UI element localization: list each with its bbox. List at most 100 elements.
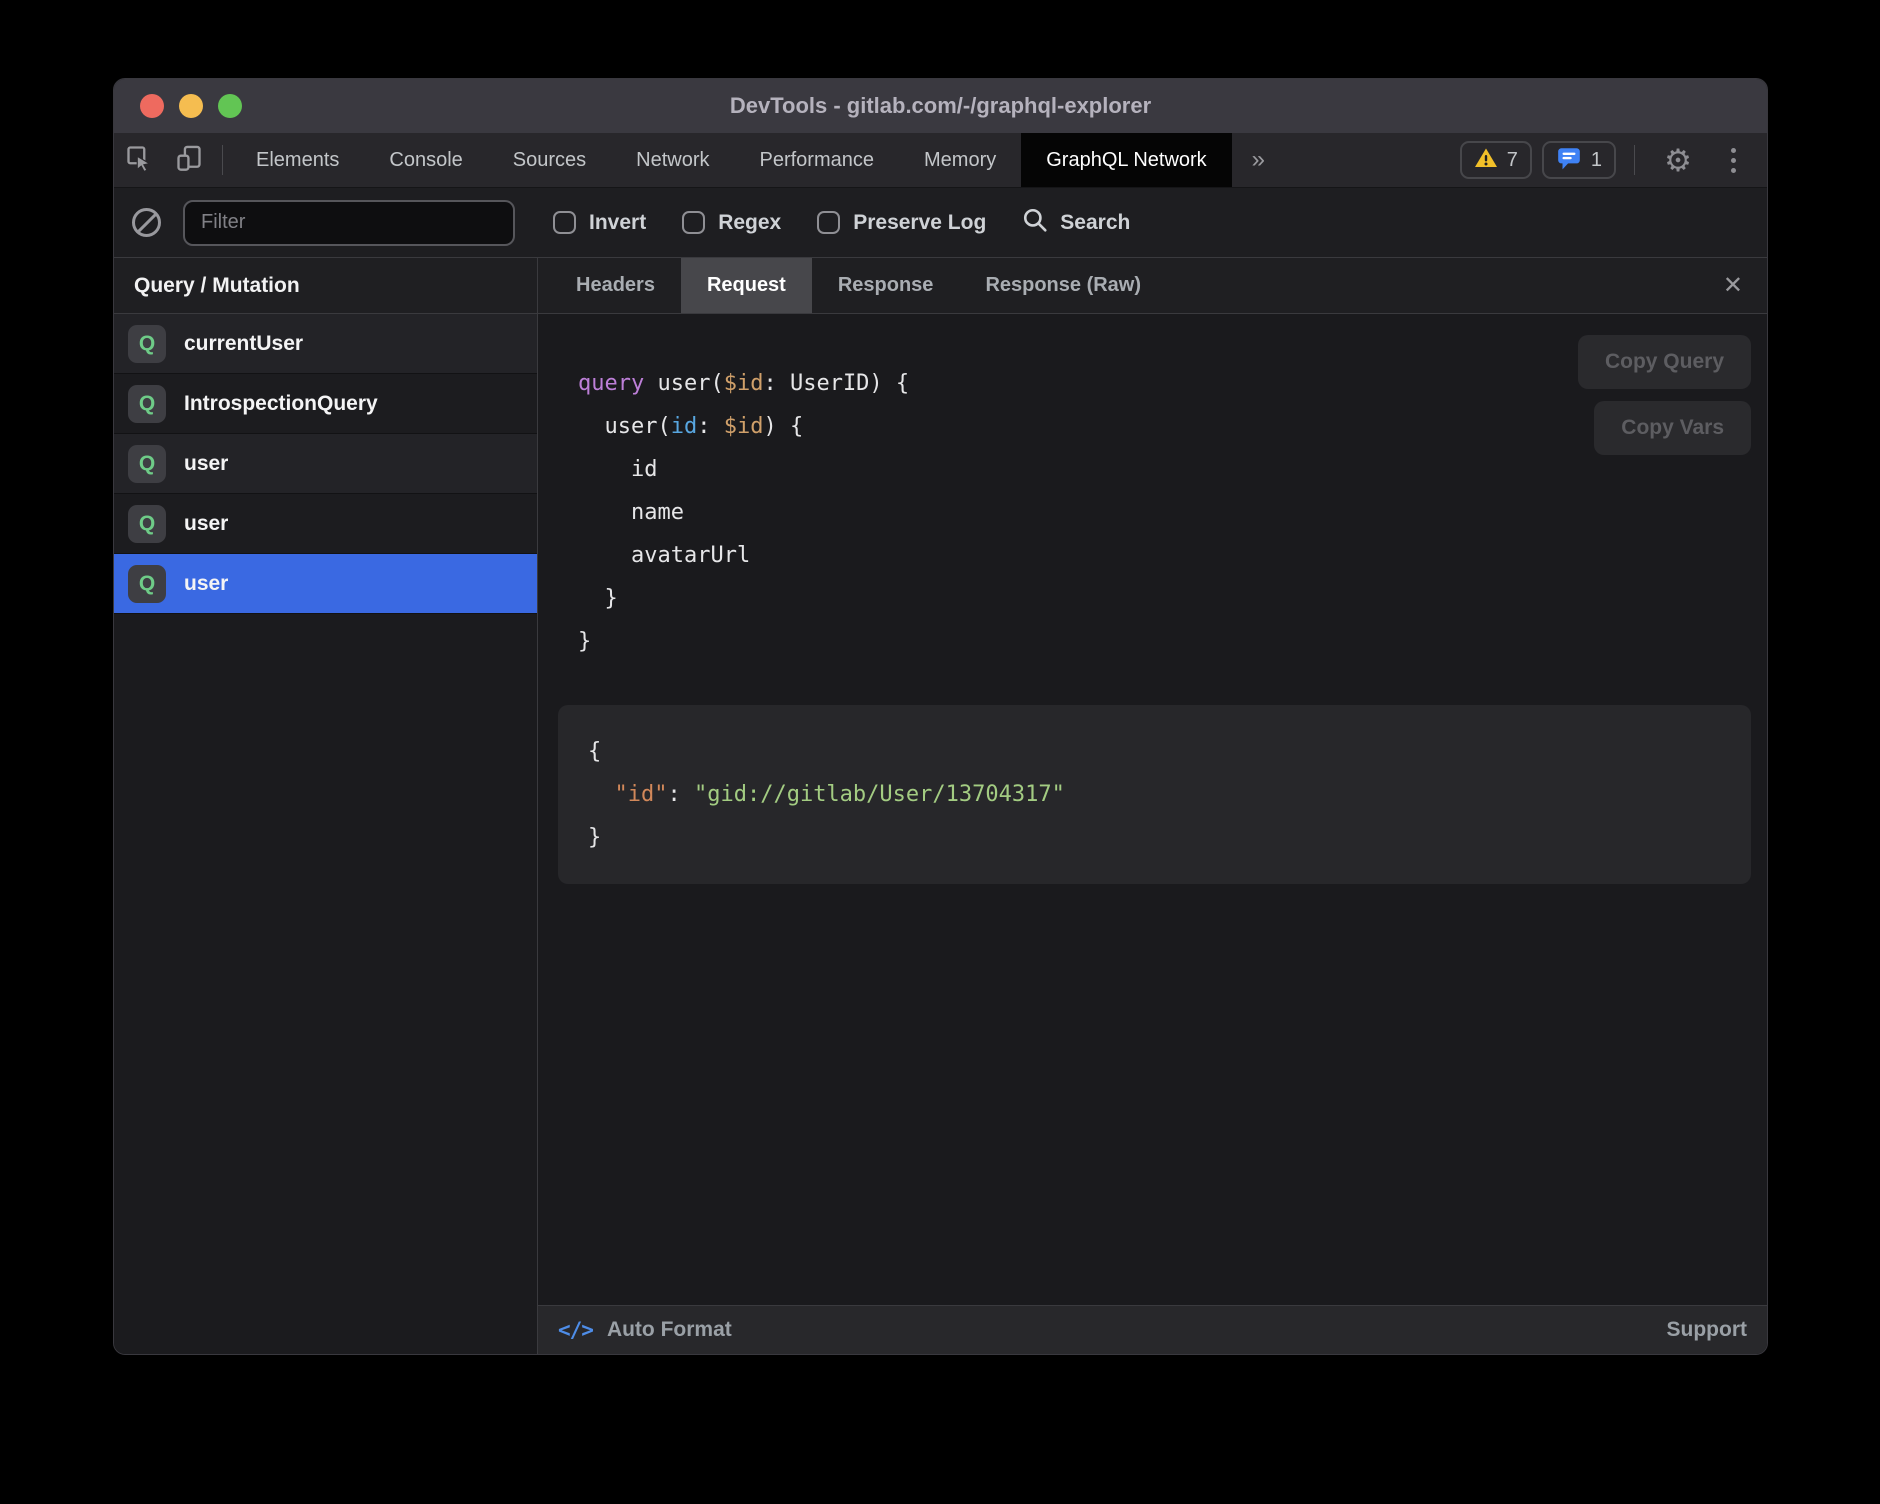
more-options-button[interactable] xyxy=(1713,148,1753,173)
devtools-tab-console[interactable]: Console xyxy=(364,133,487,187)
code-token: : xyxy=(667,782,694,807)
device-toolbar-icon xyxy=(175,144,203,177)
copy-query-button[interactable]: Copy Query xyxy=(1578,335,1751,389)
query-type-badge: Q xyxy=(128,445,166,483)
code-token xyxy=(588,782,615,807)
code-token: : UserID) { xyxy=(763,371,909,396)
auto-format-button[interactable]: Auto Format xyxy=(607,1318,732,1342)
chevron-double-right-icon: » xyxy=(1252,146,1265,174)
detail-tab-response-raw[interactable]: Response (Raw) xyxy=(959,258,1167,313)
query-badge-letter: Q xyxy=(139,332,155,356)
more-tabs-button[interactable]: » xyxy=(1232,133,1285,187)
device-toolbar-button[interactable] xyxy=(164,133,214,187)
settings-button[interactable]: ⚙ xyxy=(1653,145,1703,176)
filter-checkboxes: Invert Regex Preserve Log xyxy=(553,211,986,235)
screen: DevTools - gitlab.com/-/graphql-explorer xyxy=(0,0,1880,1504)
code-token: } xyxy=(588,825,601,850)
code-line: avatarUrl xyxy=(578,534,1767,577)
detail-tab-headers[interactable]: Headers xyxy=(550,258,681,313)
toolbar-right-group: 7 1 ⚙ xyxy=(1460,133,1767,187)
query-badge-letter: Q xyxy=(139,512,155,536)
query-badge-letter: Q xyxy=(139,572,155,596)
filter-input[interactable] xyxy=(183,200,515,246)
query-list-item-introspectionquery-1[interactable]: QIntrospectionQuery xyxy=(114,374,537,434)
devtools-tab-elements[interactable]: Elements xyxy=(231,133,364,187)
query-list: QcurrentUserQIntrospectionQueryQuserQuse… xyxy=(114,314,537,1354)
code-token: user( xyxy=(644,371,723,396)
query-badge-letter: Q xyxy=(139,452,155,476)
inspect-element-button[interactable] xyxy=(114,133,164,187)
code-token: { xyxy=(588,739,601,764)
code-token: $id xyxy=(724,414,764,439)
query-list-item-user-4[interactable]: Quser xyxy=(114,554,537,614)
code-token: query xyxy=(578,371,644,396)
message-bubble-icon xyxy=(1556,145,1582,176)
request-body: query user($id: UserID) { user(id: $id) … xyxy=(538,314,1767,1305)
toolbar-spacer xyxy=(1285,133,1460,187)
devtools-toolbar: ElementsConsoleSourcesNetworkPerformance… xyxy=(114,133,1767,188)
code-line: { xyxy=(588,730,1721,773)
code-token: name xyxy=(578,500,684,525)
devtools-tab-performance[interactable]: Performance xyxy=(735,133,900,187)
code-token: } xyxy=(578,629,591,654)
code-token: id xyxy=(578,457,657,482)
gear-icon: ⚙ xyxy=(1664,145,1692,176)
code-brackets-icon: </> xyxy=(558,1318,593,1342)
warning-triangle-icon xyxy=(1474,146,1498,175)
devtools-panel-tabs: ElementsConsoleSourcesNetworkPerformance… xyxy=(231,133,1232,187)
regex-label: Regex xyxy=(718,211,781,235)
code-line: } xyxy=(588,816,1721,859)
query-list-item-user-2[interactable]: Quser xyxy=(114,434,537,494)
request-detail-panel: HeadersRequestResponseResponse (Raw) ✕ q… xyxy=(538,258,1767,1354)
support-link[interactable]: Support xyxy=(1667,1318,1747,1342)
code-token: } xyxy=(578,586,618,611)
query-badge-letter: Q xyxy=(139,392,155,416)
query-item-label: user xyxy=(184,572,228,596)
detail-footer: </> Auto Format Support xyxy=(538,1305,1767,1354)
code-line: user(id: $id) { xyxy=(578,405,1767,448)
code-token: $id xyxy=(724,371,764,396)
query-type-badge: Q xyxy=(128,565,166,603)
checkbox-invert[interactable]: Invert xyxy=(553,211,646,235)
query-list-item-user-3[interactable]: Quser xyxy=(114,494,537,554)
close-detail-button[interactable]: ✕ xyxy=(1699,258,1767,313)
checkbox-preserve-log[interactable]: Preserve Log xyxy=(817,211,986,235)
code-token: ) { xyxy=(763,414,803,439)
code-token: user( xyxy=(578,414,671,439)
search-control[interactable]: Search xyxy=(1022,207,1130,238)
filter-bar: Invert Regex Preserve Log Search xyxy=(114,188,1767,258)
query-item-label: currentUser xyxy=(184,332,303,356)
devtools-tab-network[interactable]: Network xyxy=(611,133,734,187)
code-line: "id": "gid://gitlab/User/13704317" xyxy=(588,773,1721,816)
query-list-panel: Query / Mutation QcurrentUserQIntrospect… xyxy=(114,258,538,1354)
code-line: id xyxy=(578,448,1767,491)
detail-tab-response[interactable]: Response xyxy=(812,258,960,313)
code-token: "id" xyxy=(615,782,668,807)
title-bar: DevTools - gitlab.com/-/graphql-explorer xyxy=(114,79,1767,133)
detail-tabs: HeadersRequestResponseResponse (Raw) xyxy=(550,258,1167,313)
search-label: Search xyxy=(1060,211,1130,235)
devtools-window: DevTools - gitlab.com/-/graphql-explorer xyxy=(113,78,1768,1355)
detail-tab-request[interactable]: Request xyxy=(681,258,812,313)
code-token: id xyxy=(671,414,698,439)
devtools-tab-memory[interactable]: Memory xyxy=(899,133,1021,187)
checkbox-regex[interactable]: Regex xyxy=(682,211,781,235)
invert-label: Invert xyxy=(589,211,646,235)
issues-badge[interactable]: 1 xyxy=(1542,141,1616,179)
query-item-label: user xyxy=(184,512,228,536)
inspect-cursor-icon xyxy=(125,144,153,177)
code-line: name xyxy=(578,491,1767,534)
query-list-item-currentuser-0[interactable]: QcurrentUser xyxy=(114,314,537,374)
preserve-log-label: Preserve Log xyxy=(853,211,986,235)
query-type-badge: Q xyxy=(128,505,166,543)
regex-checkbox-icon xyxy=(682,211,705,234)
devtools-tab-sources[interactable]: Sources xyxy=(488,133,611,187)
warnings-badge[interactable]: 7 xyxy=(1460,141,1532,179)
devtools-tab-graphql-network[interactable]: GraphQL Network xyxy=(1021,133,1231,187)
clear-block-icon[interactable] xyxy=(132,208,161,237)
query-type-badge: Q xyxy=(128,385,166,423)
query-type-badge: Q xyxy=(128,325,166,363)
main-split: Query / Mutation QcurrentUserQIntrospect… xyxy=(114,258,1767,1354)
code-token: "gid://gitlab/User/13704317" xyxy=(694,782,1065,807)
copy-vars-button[interactable]: Copy Vars xyxy=(1594,401,1751,455)
